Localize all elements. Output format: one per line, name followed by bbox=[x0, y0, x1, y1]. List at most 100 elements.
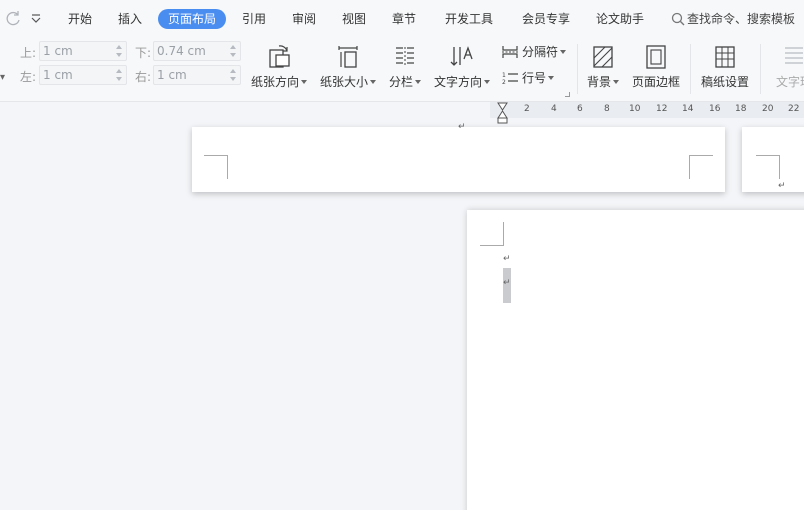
breaks-button[interactable]: 分隔符 bbox=[501, 42, 567, 62]
page-previous-right[interactable]: ↵ bbox=[742, 127, 804, 192]
svg-text:2: 2 bbox=[502, 79, 506, 86]
text-wrap-button[interactable]: 文字环 bbox=[768, 40, 804, 96]
paragraph-mark-icon: ↵ bbox=[503, 278, 511, 288]
tab-view[interactable]: 视图 bbox=[342, 9, 366, 29]
background-label: 背景 bbox=[586, 75, 611, 89]
paper-size-label: 纸张大小 bbox=[319, 75, 368, 89]
columns-button[interactable]: 分栏 bbox=[387, 40, 423, 96]
page-setup-launcher-icon[interactable] bbox=[565, 92, 570, 97]
tab-developer-tools[interactable]: 开发工具 bbox=[445, 9, 493, 29]
text-wrap-label: 文字环 bbox=[775, 75, 804, 89]
toolbar-divider bbox=[577, 44, 578, 94]
page-break-icon bbox=[502, 46, 518, 58]
ruler-tick: 18 bbox=[735, 104, 747, 114]
tab-insert[interactable]: 插入 bbox=[118, 9, 142, 29]
draft-paper-label: 稿纸设置 bbox=[700, 75, 749, 89]
page-border-button[interactable]: 页面边框 bbox=[630, 40, 682, 96]
margin-bottom-input[interactable]: 0.74 cm bbox=[153, 41, 241, 61]
tab-review[interactable]: 审阅 bbox=[292, 9, 316, 29]
command-search[interactable]: 查找命令、搜索模板 bbox=[671, 9, 795, 29]
columns-label: 分栏 bbox=[388, 75, 413, 89]
spinner-arrows-icon[interactable] bbox=[115, 67, 123, 83]
spinner-arrows-icon[interactable] bbox=[229, 43, 237, 59]
tab-member-exclusive[interactable]: 会员专享 bbox=[522, 9, 570, 29]
page-corner-mark bbox=[204, 155, 228, 179]
line-numbers-button[interactable]: 1 2 行号 bbox=[501, 68, 555, 88]
chevron-down-icon bbox=[548, 76, 555, 80]
paragraph-mark-icon: ↵ bbox=[778, 181, 786, 191]
margins-dropdown-icon[interactable]: ▾ bbox=[0, 72, 5, 83]
chevron-down-icon bbox=[613, 80, 619, 84]
document-canvas[interactable]: ↵ ↵ ↵ ↵ bbox=[0, 102, 804, 510]
spinner-arrows-icon[interactable] bbox=[115, 43, 123, 59]
ruler-tick: 14 bbox=[682, 104, 694, 114]
breaks-label: 分隔符 bbox=[522, 45, 559, 59]
orientation-label: 纸张方向 bbox=[250, 75, 299, 89]
orientation-button[interactable]: 纸张方向 bbox=[250, 40, 308, 96]
page-border-icon bbox=[646, 45, 666, 69]
page-border-label: 页面边框 bbox=[631, 75, 680, 89]
quick-access-dropdown-icon[interactable] bbox=[30, 10, 44, 26]
ruler-tick: 2 bbox=[524, 104, 530, 114]
ruler-tick: 12 bbox=[656, 104, 668, 114]
ruler-tick: 6 bbox=[577, 104, 583, 114]
margin-right-input[interactable]: 1 cm bbox=[153, 65, 241, 85]
paragraph-mark-icon: ↵ bbox=[503, 254, 511, 264]
tab-home[interactable]: 开始 bbox=[68, 9, 92, 29]
tab-references[interactable]: 引用 bbox=[242, 9, 266, 29]
line-numbers-icon: 12 bbox=[502, 72, 518, 86]
ruler-tick: 16 bbox=[709, 104, 721, 114]
margin-bottom-label: 下: bbox=[135, 46, 152, 60]
page-corner-mark bbox=[480, 222, 504, 246]
svg-text:1: 1 bbox=[502, 72, 506, 79]
ruler-tick: 8 bbox=[604, 104, 610, 114]
margin-right-label: 右: bbox=[135, 70, 152, 84]
margin-left-value: 1 cm bbox=[43, 68, 73, 82]
text-direction-label: 文字方向 bbox=[433, 75, 482, 89]
menu-bar: 开始 插入 页面布局 引用 审阅 视图 章节 开发工具 会员专享 论文助手 查找… bbox=[0, 0, 804, 38]
draft-paper-icon bbox=[715, 46, 735, 68]
chevron-down-icon bbox=[301, 80, 307, 84]
page-corner-mark bbox=[756, 155, 780, 179]
chevron-down-icon bbox=[560, 50, 567, 54]
tab-chapter[interactable]: 章节 bbox=[392, 9, 416, 29]
redo-icon[interactable] bbox=[6, 10, 22, 26]
indent-marker-icon[interactable] bbox=[497, 102, 508, 124]
tab-paper-assistant[interactable]: 论文助手 bbox=[596, 9, 644, 29]
page-corner-mark bbox=[689, 155, 713, 179]
text-direction-button[interactable]: 文字方向 bbox=[433, 40, 491, 96]
tab-page-layout[interactable]: 页面布局 bbox=[158, 9, 227, 29]
background-button[interactable]: 背景 bbox=[585, 40, 621, 96]
draft-paper-settings-button[interactable]: 稿纸设置 bbox=[698, 40, 752, 96]
margin-top-value: 1 cm bbox=[43, 44, 73, 58]
horizontal-ruler[interactable]: 2 4 6 8 10 12 14 16 18 20 22 bbox=[490, 102, 804, 118]
margin-left-label: 左: bbox=[20, 70, 37, 84]
spinner-arrows-icon[interactable] bbox=[229, 67, 237, 83]
ruler-tick: 20 bbox=[762, 104, 774, 114]
paper-size-icon bbox=[338, 46, 358, 68]
page-current[interactable]: ↵ ↵ bbox=[467, 210, 804, 510]
margin-top-input[interactable]: 1 cm bbox=[39, 41, 127, 61]
page-previous[interactable]: ↵ bbox=[192, 122, 725, 192]
ruler-tick: 22 bbox=[788, 104, 800, 114]
toolbar-divider bbox=[690, 44, 691, 94]
search-placeholder: 查找命令、搜索模板 bbox=[687, 12, 796, 26]
toolbar-divider bbox=[760, 44, 761, 94]
margin-top-label: 上: bbox=[20, 46, 37, 60]
text-wrap-icon bbox=[785, 47, 803, 64]
text-direction-icon bbox=[450, 46, 473, 66]
margin-bottom-value: 0.74 cm bbox=[157, 44, 206, 58]
paper-orientation-icon bbox=[269, 45, 290, 68]
margin-left-input[interactable]: 1 cm bbox=[39, 65, 127, 85]
chevron-down-icon bbox=[370, 80, 376, 84]
line-numbers-label: 行号 bbox=[522, 71, 547, 85]
ruler-tick: 4 bbox=[551, 104, 557, 114]
paper-size-button[interactable]: 纸张大小 bbox=[319, 40, 377, 96]
margin-right-value: 1 cm bbox=[157, 68, 187, 82]
background-icon bbox=[593, 46, 613, 68]
ruler-tick: 10 bbox=[629, 104, 641, 114]
page-layout-toolbar: ▾ 上: 1 cm 下: 0.74 cm 左: 1 cm 右: 1 cm 纸张方… bbox=[0, 38, 804, 102]
chevron-down-icon bbox=[415, 80, 421, 84]
columns-icon bbox=[396, 47, 414, 65]
search-icon bbox=[671, 12, 685, 26]
